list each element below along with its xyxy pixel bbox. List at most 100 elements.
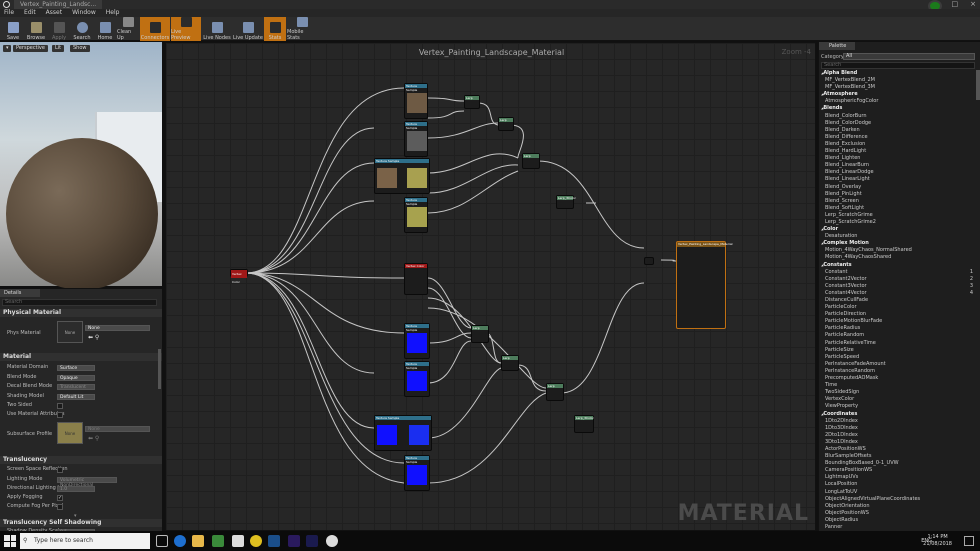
shading-model-dropdown[interactable]: Default Lit bbox=[57, 394, 95, 400]
apply-fogging-checkbox[interactable] bbox=[57, 495, 63, 501]
connectors-button[interactable]: Connectors bbox=[140, 17, 170, 41]
taskbar-clock[interactable]: 1:14 PM 21/08/2018 bbox=[923, 534, 952, 548]
lerp-node[interactable]: Lerp bbox=[522, 153, 540, 169]
palette-item[interactable]: Blend_HardLight bbox=[819, 148, 980, 155]
menu-file[interactable]: File bbox=[4, 9, 14, 17]
palette-category-header[interactable]: ◢Constants bbox=[819, 262, 980, 269]
vertex-color-node-expanded[interactable]: Vertex Color bbox=[404, 263, 428, 295]
unreal-engine-taskbar-icon[interactable] bbox=[326, 535, 338, 547]
palette-item[interactable]: PrecomputedAOMask bbox=[819, 375, 980, 382]
document-tab[interactable]: Vertex_Painting_Landsc... bbox=[14, 0, 103, 9]
subsurface-profile-dropdown[interactable]: None bbox=[85, 426, 150, 432]
palette-item[interactable]: LocalPosition bbox=[819, 481, 980, 488]
texture-sample-node-pair[interactable]: Texture Sample bbox=[374, 158, 430, 194]
palette-item[interactable]: MF_VertexBlend_2M bbox=[819, 77, 980, 84]
palette-category-header[interactable]: ◢Complex Motion bbox=[819, 240, 980, 247]
palette-item[interactable]: ObjectPositionWS bbox=[819, 510, 980, 517]
palette-item[interactable]: ObjectAlignedVirtualPlaneCoordinates bbox=[819, 496, 980, 503]
subsurface-use-selected-icon[interactable]: ⬅ ⚲ bbox=[88, 435, 99, 442]
palette-item[interactable]: ParticleSize bbox=[819, 347, 980, 354]
palette-item[interactable]: Time bbox=[819, 382, 980, 389]
palette-item[interactable]: ObjectOrientation bbox=[819, 503, 980, 510]
vertex-color-node[interactable]: Vertex Color bbox=[230, 269, 248, 284]
ssr-checkbox[interactable] bbox=[57, 467, 63, 473]
texture-sample-node[interactable]: Texture Sample bbox=[404, 323, 430, 359]
stats-button[interactable]: Stats bbox=[264, 17, 286, 41]
palette-tab[interactable]: Palette bbox=[819, 42, 855, 50]
palette-item[interactable]: Blend_Darken bbox=[819, 127, 980, 134]
palette-item[interactable]: ObjectRadius bbox=[819, 517, 980, 524]
palette-item[interactable]: Blend_SoftLight bbox=[819, 205, 980, 212]
palette-item[interactable]: Blend_Overlay bbox=[819, 184, 980, 191]
taskbar-search-input[interactable]: Type here to search bbox=[20, 533, 150, 549]
palette-item[interactable]: Blend_Screen bbox=[819, 198, 980, 205]
palette-item[interactable]: ParticleMotionBlurFade bbox=[819, 318, 980, 325]
directional-lighting-input[interactable]: 1.0 bbox=[57, 486, 95, 492]
palette-item[interactable]: Blend_LinearLight bbox=[819, 176, 980, 183]
lerp-node[interactable]: Lerp bbox=[471, 325, 489, 343]
palette-item[interactable]: 1Dto2DIndex bbox=[819, 418, 980, 425]
search-button[interactable]: Search bbox=[71, 17, 93, 41]
palette-category-header[interactable]: ◢Coordinates bbox=[819, 411, 980, 418]
palette-item[interactable]: 3Dto1DIndex bbox=[819, 439, 980, 446]
lerp-node[interactable]: Lerp bbox=[498, 117, 514, 131]
menu-help[interactable]: Help bbox=[106, 9, 120, 17]
category-dropdown[interactable]: All bbox=[843, 53, 975, 60]
file-explorer-icon[interactable] bbox=[192, 535, 204, 547]
store-icon[interactable] bbox=[212, 535, 224, 547]
compute-fog-checkbox[interactable] bbox=[57, 504, 63, 510]
home-button[interactable]: Home bbox=[94, 17, 116, 41]
details-scrollbar[interactable] bbox=[158, 349, 161, 389]
after-effects-icon[interactable] bbox=[306, 535, 318, 547]
lerp-3color-node[interactable]: Lerp_3Color bbox=[574, 415, 594, 433]
palette-item[interactable]: TwoSidedSign bbox=[819, 389, 980, 396]
apply-button[interactable]: Apply bbox=[48, 17, 70, 41]
preview-viewport[interactable]: ▾ Perspective Lit Show bbox=[0, 42, 162, 328]
live-preview-button[interactable]: Live Preview bbox=[171, 17, 201, 41]
palette-item[interactable]: PerInstanceFadeAmount bbox=[819, 361, 980, 368]
palette-item[interactable]: Blend_ColorDodge bbox=[819, 120, 980, 127]
palette-item[interactable]: Blend_Difference bbox=[819, 134, 980, 141]
material-result-node[interactable]: Vertex_Painting_Landscape_Material bbox=[676, 241, 733, 329]
palette-item[interactable]: ParticleRandom bbox=[819, 332, 980, 339]
palette-item[interactable]: BoundingBoxBased_0-1_UVW bbox=[819, 460, 980, 467]
palette-item[interactable]: Panner bbox=[819, 524, 980, 531]
palette-item[interactable]: MF_VertexBlend_3M bbox=[819, 84, 980, 91]
maximize-icon[interactable]: □ bbox=[952, 0, 959, 9]
task-view-icon[interactable] bbox=[156, 535, 168, 547]
palette-item[interactable]: Desaturation bbox=[819, 233, 980, 240]
palette-item[interactable]: Constant4Vector 4 bbox=[819, 290, 980, 297]
material-domain-dropdown[interactable]: Surface bbox=[57, 365, 95, 371]
palette-item[interactable]: LightmapUVs bbox=[819, 474, 980, 481]
phys-material-dropdown[interactable]: None bbox=[85, 325, 150, 331]
menu-edit[interactable]: Edit bbox=[24, 9, 36, 17]
palette-item[interactable]: LongLatToUV bbox=[819, 489, 980, 496]
texture-sample-node[interactable]: Texture Sample bbox=[404, 455, 430, 491]
palette-item[interactable]: PerInstanceRandom bbox=[819, 368, 980, 375]
close-icon[interactable]: × bbox=[970, 0, 976, 9]
cleanup-button[interactable]: Clean Up bbox=[117, 17, 139, 41]
notifications-icon[interactable] bbox=[964, 536, 974, 546]
palette-item[interactable]: ParticleSpeed bbox=[819, 354, 980, 361]
texture-sample-node[interactable]: Texture Sample bbox=[404, 197, 428, 233]
palette-item[interactable]: 1Dto3DIndex bbox=[819, 425, 980, 432]
reroute-node[interactable] bbox=[644, 257, 654, 265]
mobile-stats-button[interactable]: Mobile Stats bbox=[287, 17, 317, 41]
windows-start-icon[interactable] bbox=[4, 535, 16, 547]
palette-item[interactable]: Constant 1 bbox=[819, 269, 980, 276]
lerp-node[interactable]: Lerp bbox=[464, 95, 480, 109]
palette-item[interactable]: ViewProperty bbox=[819, 403, 980, 410]
texture-sample-node[interactable]: Texture Sample bbox=[404, 83, 428, 119]
palette-item[interactable]: BlurSampleOffsets bbox=[819, 453, 980, 460]
palette-item[interactable]: Motion_4WayChaosShared bbox=[819, 254, 980, 261]
lighting-mode-dropdown[interactable]: Volumetric NonDirectional bbox=[57, 477, 117, 488]
palette-item[interactable]: ActorPositionWS bbox=[819, 446, 980, 453]
palette-item[interactable]: ParticleColor bbox=[819, 304, 980, 311]
mail-icon[interactable] bbox=[232, 535, 244, 547]
palette-scrollbar[interactable] bbox=[976, 70, 980, 100]
menu-window[interactable]: Window bbox=[72, 9, 96, 17]
perspective-button[interactable]: Perspective bbox=[13, 45, 48, 52]
details-tab[interactable]: Details bbox=[0, 289, 40, 297]
texture-sample-node[interactable]: Texture Sample bbox=[404, 361, 430, 397]
material-section[interactable]: Material bbox=[0, 353, 162, 361]
